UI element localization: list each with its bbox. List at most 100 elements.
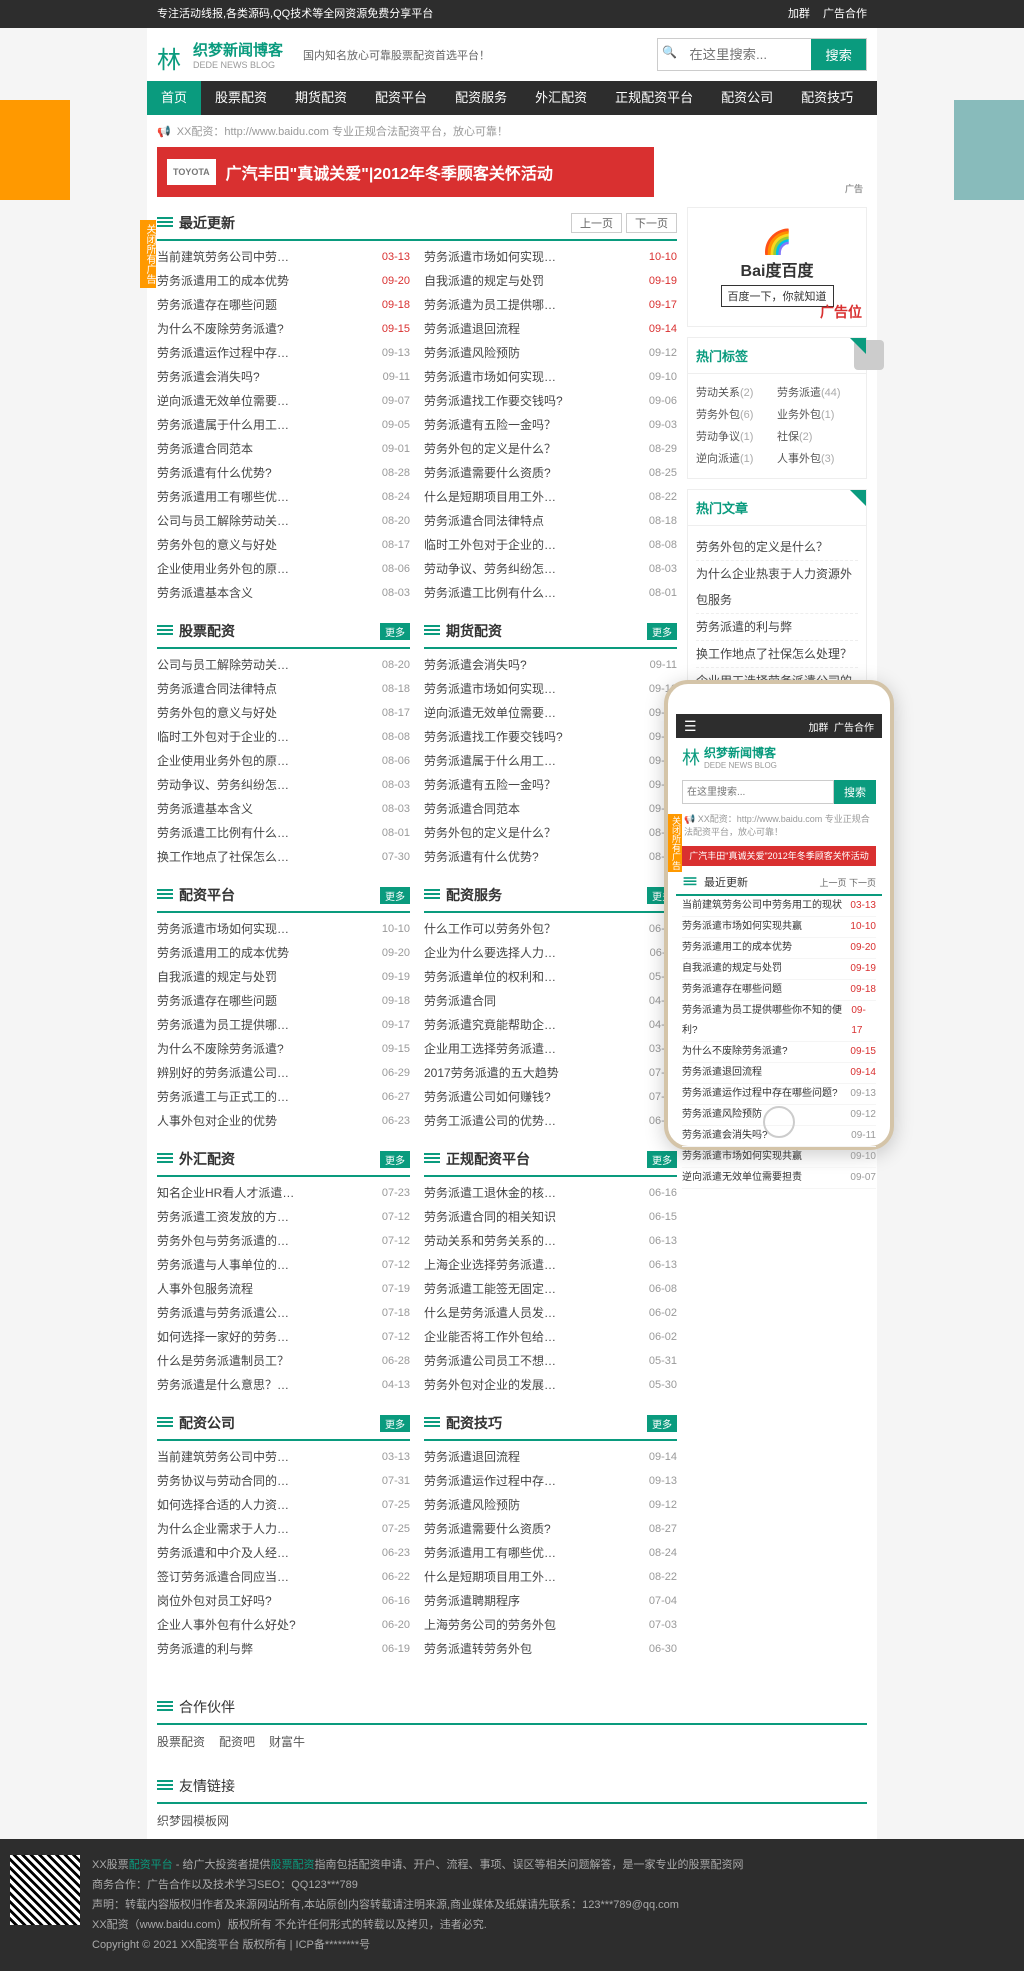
phone-list-item[interactable]: 劳务派遣运作过程中存在哪些问题?09-13 (682, 1084, 876, 1105)
close-all-ads[interactable]: 关闭所有广告 (140, 220, 156, 288)
phone-list-item[interactable]: 劳务派遣风险预防09-12 (682, 1105, 876, 1126)
list-item[interactable]: 劳务派遣与人事单位的关系07-12 (157, 1253, 410, 1277)
list-item[interactable]: 劳务派遣基本含义08-03 (157, 581, 410, 605)
phone-list-item[interactable]: 劳务派遣退回流程09-14 (682, 1063, 876, 1084)
list-item[interactable]: 劳务派遣公司员工不想做社保怎么办?05-31 (424, 1349, 677, 1373)
list-item[interactable]: 劳务派遣风险预防09-12 (424, 341, 677, 365)
list-item[interactable]: 劳务派遣合同04-13 (424, 989, 677, 1013)
tag-link[interactable]: 劳动争议(1) (696, 426, 777, 448)
list-item[interactable]: 劳务派遣和中介及人经的区别有哪些？06-23 (157, 1541, 410, 1565)
sidebar-article[interactable]: 换工作地点了社保怎么处理？ (696, 641, 858, 668)
list-item[interactable]: 劳务派遣工退休金的核算方法06-16 (424, 1181, 677, 1205)
list-item[interactable]: 劳务外包的定义是什么？08-29 (424, 437, 677, 461)
list-item[interactable]: 辨别好的劳务派遣公司的标准06-29 (157, 1061, 410, 1085)
nav-item[interactable]: 配资平台 (361, 81, 441, 115)
sidebar-article[interactable]: 为什么企业热衷于人力资源外包服务 (696, 561, 858, 614)
phone-list-item[interactable]: 劳务派遣市场如何实现共赢09-10 (682, 1147, 876, 1168)
list-item[interactable]: 岗位外包对员工好吗?06-16 (157, 1589, 410, 1613)
tag-link[interactable]: 人事外包(3) (777, 448, 858, 470)
more-link[interactable]: 更多 (647, 623, 677, 640)
list-item[interactable]: 劳务派遣合同范本09-01 (157, 437, 410, 461)
next-page[interactable]: 下一页 (626, 213, 677, 233)
list-item[interactable]: 劳务工派遣公司的优势是什么？06-30 (424, 1109, 677, 1133)
list-item[interactable]: 劳务外包的定义是什么？08-29 (424, 821, 677, 845)
list-item[interactable]: 劳务派遣用工有哪些优点和不足?08-24 (157, 485, 410, 509)
nav-item[interactable]: 正规配资平台 (601, 81, 707, 115)
sidebar-article[interactable]: 劳务派遣的利与弊 (696, 614, 858, 641)
list-item[interactable]: 劳务派遣为员工提供哪些你不知的便利?09-17 (157, 1013, 410, 1037)
list-item[interactable]: 劳务派遣属于什么用工性质?09-05 (157, 413, 410, 437)
link-ad-coop[interactable]: 广告合作 (823, 8, 867, 20)
list-item[interactable]: 劳务派遣用工有哪些优点和不足?08-24 (424, 1541, 677, 1565)
list-item[interactable]: 企业人事外包有什么好处?06-20 (157, 1613, 410, 1637)
list-item[interactable]: 劳务派遣会消失吗?09-11 (157, 365, 410, 389)
list-item[interactable]: 劳务派遣工资发放的方法与流程07-12 (157, 1205, 410, 1229)
list-item[interactable]: 劳务派遣有什么优势?08-28 (157, 461, 410, 485)
list-item[interactable]: 上海劳务公司的劳务外包07-03 (424, 1613, 677, 1637)
phone-banner[interactable]: 广汽丰田"真诚关爱"2012年冬季顾客关怀活动 (682, 846, 876, 866)
list-item[interactable]: 劳务派遣市场如何实现共赢09-10 (424, 677, 677, 701)
more-link[interactable]: 更多 (380, 1415, 410, 1432)
list-item[interactable]: 逆向派遣无效单位需要担责09-07 (424, 701, 677, 725)
nav-item[interactable]: 首页 (147, 81, 201, 115)
list-item[interactable]: 劳务派遣合同范本09-01 (424, 797, 677, 821)
list-item[interactable]: 劳动关系和劳务关系的区别06-13 (424, 1229, 677, 1253)
logo[interactable]: 林 织梦新闻博客 DEDE NEWS BLOG (157, 39, 283, 70)
list-item[interactable]: 劳动争议、劳务纠纷怎么解决？08-03 (424, 557, 677, 581)
list-item[interactable]: 人事外包服务流程07-19 (157, 1277, 410, 1301)
list-item[interactable]: 劳务派遣有五险一金吗？09-03 (424, 773, 677, 797)
search-input[interactable] (681, 39, 811, 70)
list-item[interactable]: 劳务派遣基本含义08-03 (157, 797, 410, 821)
list-item[interactable]: 企业使用业务外包的原因有哪些?08-06 (157, 557, 410, 581)
list-item[interactable]: 劳务派遣存在哪些问题09-18 (157, 989, 410, 1013)
partner-link[interactable]: 财富牛 (269, 1735, 305, 1749)
list-item[interactable]: 劳务派遣会消失吗?09-11 (424, 653, 677, 677)
list-item[interactable]: 如何选择一家好的劳务外包公司07-12 (157, 1325, 410, 1349)
side-ad-left[interactable] (0, 100, 70, 200)
phone-search-button[interactable]: 搜索 (834, 780, 876, 804)
nav-item[interactable]: 股票配资 (201, 81, 281, 115)
list-item[interactable]: 劳务派遣与劳务派遣公司合作需要注意哪些?07-18 (157, 1301, 410, 1325)
nav-item[interactable]: 配资技巧 (787, 81, 867, 115)
list-item[interactable]: 劳务派遣转劳务外包06-30 (424, 1637, 677, 1661)
list-item[interactable]: 劳务派遣运作过程中存在哪些问题?09-13 (424, 1469, 677, 1493)
list-item[interactable]: 企业能否将工作外包给个人06-02 (424, 1325, 677, 1349)
nav-item[interactable]: 配资公司 (707, 81, 787, 115)
tag-link[interactable]: 劳务外包(6) (696, 404, 777, 426)
nav-item[interactable]: 期货配资 (281, 81, 361, 115)
phone-search-input[interactable] (682, 780, 834, 804)
list-item[interactable]: 劳务派遣合同法律特点08-18 (424, 509, 677, 533)
more-link[interactable]: 更多 (380, 1151, 410, 1168)
list-item[interactable]: 劳务派遣公司如何赚钱?07-07 (424, 1085, 677, 1109)
list-item[interactable]: 劳务派遣单位的权利和义务05-03 (424, 965, 677, 989)
list-item[interactable]: 当前建筑劳务公司中劳务用工的现状03-13 (157, 1445, 410, 1469)
tag-link[interactable]: 劳务派遣(44) (777, 382, 858, 404)
side-ad-right[interactable] (954, 100, 1024, 200)
list-item[interactable]: 劳务派遣为员工提供哪些你不知的便利?09-17 (424, 293, 677, 317)
list-item[interactable]: 劳务外包的意义与好处08-17 (157, 533, 410, 557)
list-item[interactable]: 什么是劳务派遣人员发生工伤应该怎么办?06-02 (424, 1301, 677, 1325)
list-item[interactable]: 劳务派遣工与正式工的区别06-27 (157, 1085, 410, 1109)
list-item[interactable]: 什么是劳务派遣制员工？06-28 (157, 1349, 410, 1373)
list-item[interactable]: 人事外包对企业的优势06-23 (157, 1109, 410, 1133)
phone-link[interactable]: 广告合作 (834, 723, 874, 734)
list-item[interactable]: 劳务外包的意义与好处08-17 (157, 701, 410, 725)
nav-item[interactable]: 外汇配资 (521, 81, 601, 115)
list-item[interactable]: 自我派遣的规定与处罚09-19 (157, 965, 410, 989)
list-item[interactable]: 上海企业选择劳务派遣公司的重要方面06-13 (424, 1253, 677, 1277)
list-item[interactable]: 如何选择合适的人力资源外包公司？07-25 (157, 1493, 410, 1517)
list-item[interactable]: 劳务派遣需要什么资质?08-27 (424, 1517, 677, 1541)
list-item[interactable]: 劳动争议、劳务纠纷怎么解决？08-03 (157, 773, 410, 797)
tag-link[interactable]: 劳动关系(2) (696, 382, 777, 404)
list-item[interactable]: 自我派遣的规定与处罚09-19 (424, 269, 677, 293)
tag-link[interactable]: 逆向派遣(1) (696, 448, 777, 470)
phone-list-item[interactable]: 自我派遣的规定与处罚09-19 (682, 959, 876, 980)
list-item[interactable]: 劳务派遣市场如何实现共赢10-10 (157, 917, 410, 941)
list-item[interactable]: 劳务派遣找工作要交钱吗?09-06 (424, 389, 677, 413)
list-item[interactable]: 逆向派遣无效单位需要担责09-07 (157, 389, 410, 413)
list-item[interactable]: 劳务外包与劳务派遣的区别及注意事项07-12 (157, 1229, 410, 1253)
list-item[interactable]: 劳务派遣退回流程09-14 (424, 1445, 677, 1469)
tag-link[interactable]: 业务外包(1) (777, 404, 858, 426)
list-item[interactable]: 劳务派遣找工作要交钱吗?09-06 (424, 725, 677, 749)
list-item[interactable]: 劳务派遣究竟能帮助企业带来什么益处04-04 (424, 1013, 677, 1037)
